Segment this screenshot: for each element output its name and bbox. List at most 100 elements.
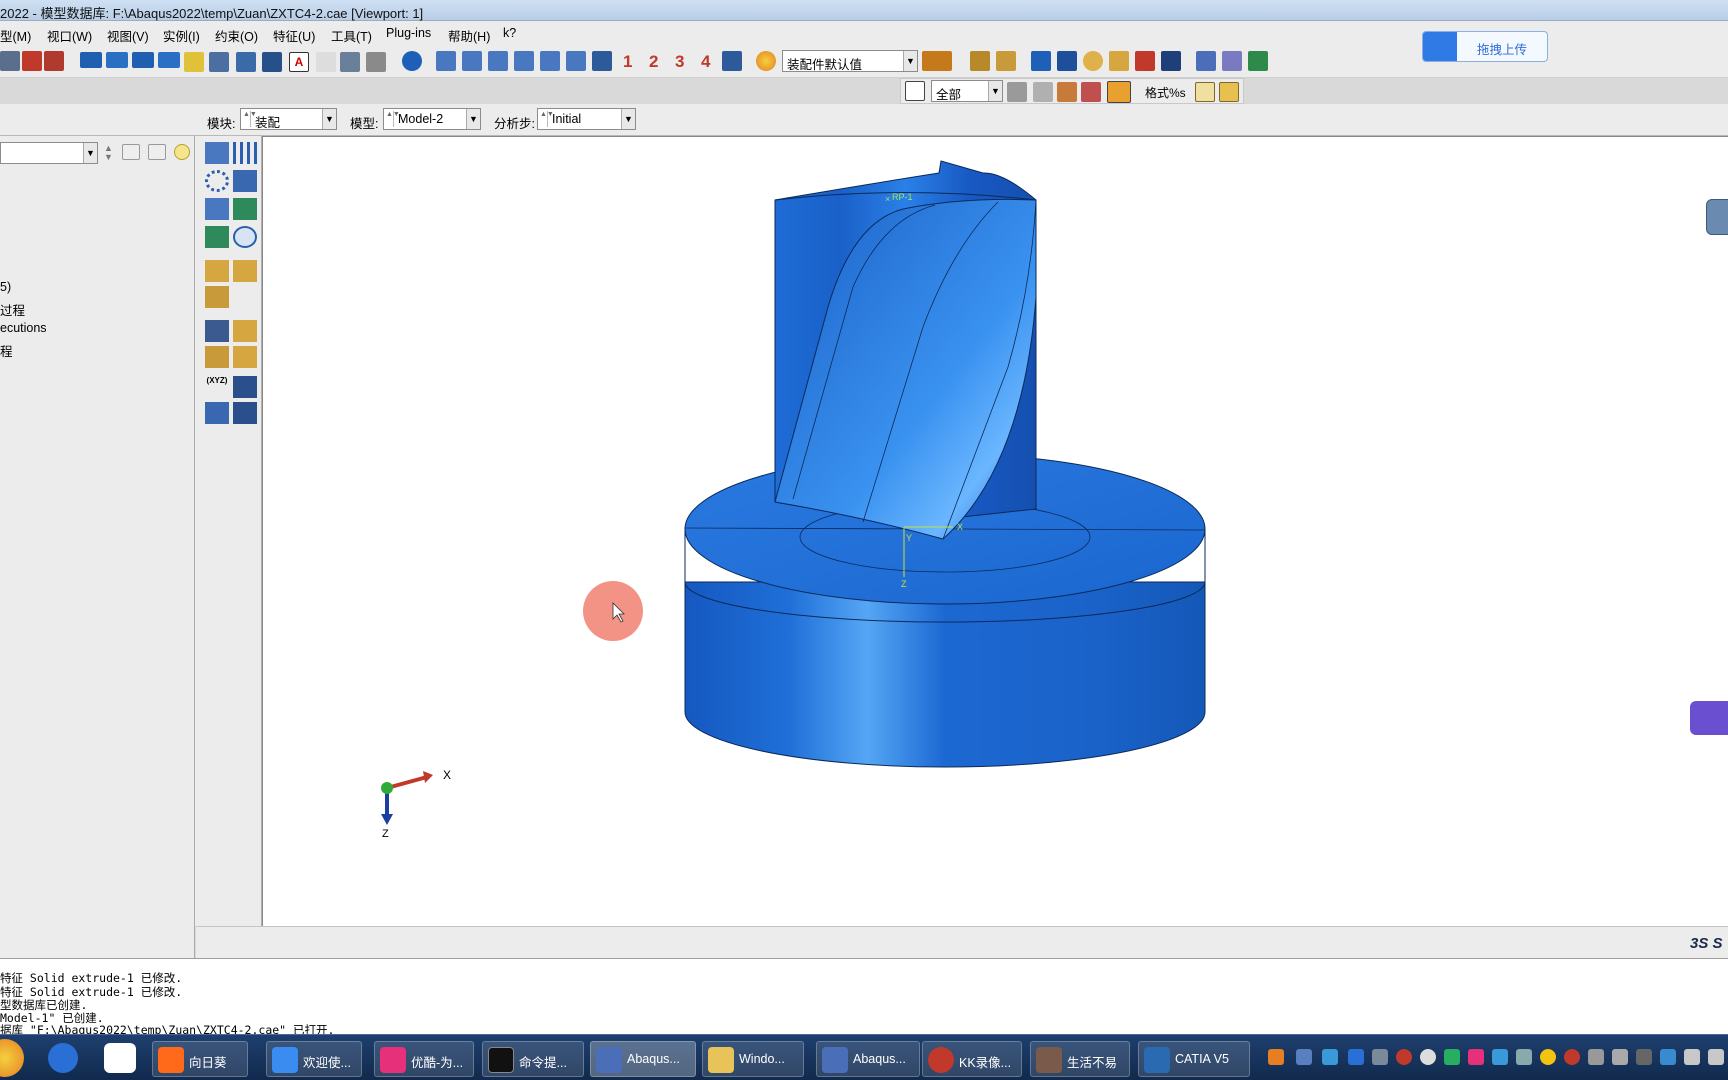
tree-filter-icon[interactable] — [148, 144, 166, 160]
menu-tools[interactable]: 工具(T) — [331, 26, 372, 45]
open-icon[interactable] — [0, 51, 20, 71]
datum-axis-icon[interactable] — [233, 402, 257, 424]
taskbar-item[interactable]: Abaqus... — [816, 1041, 920, 1077]
view-top-icon[interactable] — [488, 51, 508, 71]
list-icon[interactable] — [209, 52, 229, 72]
translate-icon[interactable] — [233, 170, 257, 192]
datum-point-icon[interactable]: (XYZ) — [205, 376, 229, 398]
tray-app-icon[interactable] — [1564, 1049, 1580, 1065]
query-icon[interactable] — [340, 52, 360, 72]
tray-app-icon[interactable] — [1516, 1049, 1532, 1065]
linear-pattern-icon[interactable] — [233, 142, 257, 164]
rotate-icon[interactable] — [1057, 51, 1077, 71]
save-icon[interactable] — [22, 51, 42, 71]
video-app-icon[interactable] — [104, 1043, 136, 1073]
tile-h-icon[interactable] — [132, 52, 154, 68]
menu-feature[interactable]: 特征(U) — [273, 26, 315, 45]
constraint-edit-icon[interactable] — [205, 286, 229, 308]
datum-csys-icon[interactable] — [233, 376, 257, 398]
taskbar-item[interactable]: 欢迎使... — [266, 1041, 362, 1077]
tray-app-icon[interactable] — [1444, 1049, 1460, 1065]
tray-app-icon[interactable] — [1420, 1049, 1436, 1065]
hidden-lines-icon[interactable] — [1222, 51, 1242, 71]
box-zoom-icon[interactable] — [1109, 51, 1129, 71]
tray-app-icon[interactable] — [1540, 1049, 1556, 1065]
link-icon[interactable] — [184, 52, 204, 72]
view-bottom-icon[interactable] — [514, 51, 534, 71]
view-left-icon[interactable] — [540, 51, 560, 71]
cube-filled-icon[interactable] — [1219, 82, 1239, 102]
taskbar-item[interactable]: KK录像... — [922, 1041, 1022, 1077]
taskbar-item[interactable]: 命令提... — [482, 1041, 584, 1077]
model-canvas[interactable]: × RP-1 X Y Z X Z — [263, 137, 1728, 927]
lightbulb-icon[interactable] — [174, 144, 190, 160]
tray-app-icon[interactable] — [1612, 1049, 1628, 1065]
taskbar-item[interactable]: 生活不易 — [1030, 1041, 1130, 1077]
tree-item[interactable]: 5) — [0, 280, 11, 294]
view-3-button[interactable]: 3 — [675, 52, 684, 72]
constraint-face-icon[interactable] — [233, 260, 257, 282]
select-solid-icon[interactable] — [1107, 81, 1131, 103]
tray-cloud-icon[interactable] — [1348, 1049, 1364, 1065]
offset-icon[interactable] — [233, 346, 257, 368]
menu-help[interactable]: 帮助(H) — [448, 26, 490, 45]
tree-collapse-icon[interactable] — [122, 144, 140, 160]
menu-constraint[interactable]: 约束(O) — [215, 26, 258, 45]
tree-item[interactable]: 程 — [0, 341, 13, 360]
view-cube-icon[interactable] — [1706, 199, 1728, 235]
sogou-icon[interactable] — [1268, 1049, 1284, 1065]
axes-icon[interactable] — [722, 51, 742, 71]
tree-item[interactable]: 过程 — [0, 300, 25, 319]
selection-filter-select[interactable]: 全部 ▼ — [931, 80, 1003, 102]
taskbar-item[interactable]: Windo... — [702, 1041, 804, 1077]
view-4-button[interactable]: 4 — [701, 52, 710, 72]
wireframe-icon[interactable] — [1196, 51, 1216, 71]
ruler-icon[interactable] — [970, 51, 990, 71]
coincident-point-icon[interactable] — [205, 320, 229, 342]
layer-icon[interactable] — [996, 51, 1016, 71]
network-icon[interactable] — [1708, 1049, 1724, 1065]
palette-icon[interactable] — [756, 51, 776, 71]
annotate-icon[interactable] — [236, 52, 256, 72]
view-2-button[interactable]: 2 — [649, 52, 658, 72]
tree-item[interactable]: ecutions — [0, 321, 47, 335]
position-icon[interactable] — [205, 346, 229, 368]
volume-icon[interactable] — [1684, 1049, 1700, 1065]
rotate-instance-icon[interactable] — [205, 198, 229, 220]
viewport[interactable]: × RP-1 X Y Z X Z — [262, 136, 1728, 926]
select-mode-icon[interactable] — [1007, 82, 1027, 102]
auto-fit-icon[interactable] — [1135, 51, 1155, 71]
view-back-icon[interactable] — [462, 51, 482, 71]
cloud-icon[interactable] — [1690, 701, 1728, 735]
step-select[interactable]: ▲▼ Initial ▼ — [537, 108, 636, 130]
select-drag-icon[interactable] — [1057, 82, 1077, 102]
arrow-annotate-icon[interactable] — [262, 52, 282, 72]
taskbar-item[interactable]: 向日葵 — [152, 1041, 248, 1077]
zoom-icon[interactable] — [1083, 51, 1103, 71]
menu-view[interactable]: 视图(V) — [107, 26, 149, 45]
viewport-icon[interactable] — [80, 52, 102, 68]
view-front-icon[interactable] — [436, 51, 456, 71]
taskbar-item[interactable]: CATIA V5 — [1138, 1041, 1250, 1077]
tree-filter-select[interactable]: ▼ — [0, 142, 98, 164]
tray-app-icon[interactable] — [1396, 1049, 1412, 1065]
select-box-icon[interactable] — [1033, 82, 1053, 102]
menu-instance[interactable]: 实例(I) — [163, 26, 200, 45]
assembly-display-icon[interactable] — [922, 51, 952, 71]
text-annotate-icon[interactable]: A — [289, 52, 309, 72]
datum-plane-icon[interactable] — [205, 402, 229, 424]
view-1-button[interactable]: 1 — [623, 52, 632, 72]
start-icon[interactable] — [0, 1039, 24, 1077]
menu-model[interactable]: 型(M) — [0, 26, 31, 45]
csys-parallel-icon[interactable] — [233, 320, 257, 342]
translate-to-icon[interactable] — [233, 198, 257, 220]
pinned-app-icon[interactable] — [48, 1043, 78, 1073]
view-right-icon[interactable] — [566, 51, 586, 71]
menu-whats-this[interactable]: k? — [503, 26, 516, 40]
cycle-view-icon[interactable] — [1161, 51, 1181, 71]
tray-app-icon[interactable] — [1296, 1049, 1312, 1065]
menu-plugins[interactable]: Plug-ins — [386, 26, 431, 40]
shaded-icon[interactable] — [1248, 51, 1268, 71]
select-pointer-icon[interactable] — [905, 81, 925, 101]
view-iso-icon[interactable] — [592, 51, 612, 71]
